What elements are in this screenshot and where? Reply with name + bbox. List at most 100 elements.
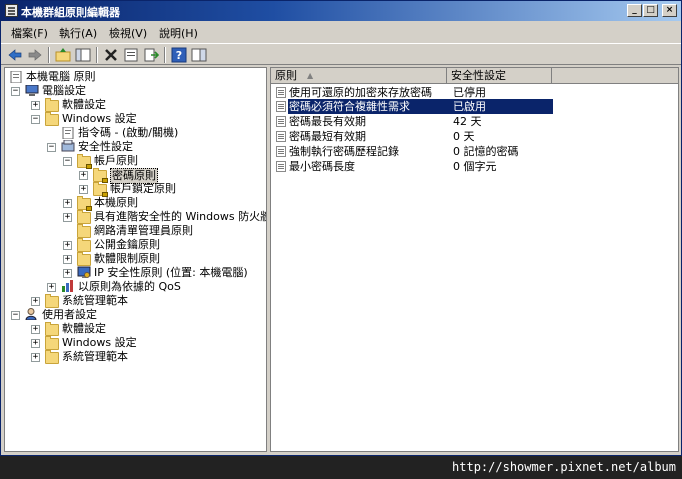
- expand-toggle[interactable]: +: [63, 255, 72, 264]
- tree-label: 指令碼 - (啟動/關機): [78, 126, 179, 139]
- delete-icon[interactable]: [103, 47, 119, 63]
- tree-label: 電腦設定: [42, 84, 86, 97]
- collapse-toggle[interactable]: −: [47, 143, 56, 152]
- tree-label: 系統管理範本: [62, 294, 128, 307]
- properties-icon[interactable]: [123, 47, 139, 63]
- maximize-button[interactable]: □: [643, 4, 658, 17]
- up-folder-icon[interactable]: [55, 47, 71, 63]
- folder-icon: [77, 210, 91, 224]
- expand-toggle[interactable]: +: [47, 283, 56, 292]
- export-list-icon[interactable]: [143, 47, 159, 63]
- list-row[interactable]: 密碼最短有效期 0 天: [271, 129, 678, 144]
- policy-name: 強制執行密碼歷程記錄: [289, 145, 399, 158]
- expand-toggle[interactable]: +: [31, 325, 40, 334]
- folder-icon: [45, 322, 59, 336]
- folder-icon: [45, 350, 59, 364]
- policy-setting: 0 個字元: [453, 160, 497, 173]
- folder-icon: [45, 336, 59, 350]
- menu-file[interactable]: 檔案(F): [11, 25, 48, 41]
- expand-toggle[interactable]: +: [31, 297, 40, 306]
- policy-name: 密碼最短有效期: [289, 130, 366, 143]
- column-header-label: 安全性設定: [451, 69, 506, 82]
- column-header-setting[interactable]: 安全性設定: [447, 68, 552, 84]
- lock-folder-icon: [93, 182, 108, 197]
- computer-icon: [25, 85, 39, 96]
- close-button[interactable]: ×: [662, 4, 677, 17]
- tree-label: 本機電腦 原則: [26, 70, 96, 83]
- script-icon: [62, 127, 74, 139]
- policy-name: 密碼必須符合複雜性需求: [289, 99, 410, 114]
- policy-setting-icon: [276, 101, 286, 112]
- tree-label: 系統管理範本: [62, 350, 128, 363]
- policy-name: 密碼最長有效期: [289, 115, 366, 128]
- list-row-selected[interactable]: 密碼必須符合複雜性需求 已啟用: [271, 99, 678, 114]
- policy-document-icon: [10, 71, 22, 83]
- menu-help[interactable]: 說明(H): [159, 25, 198, 41]
- tree-label: Windows 設定: [62, 112, 137, 125]
- tree-label: IP 安全性原則 (位置: 本機電腦): [94, 266, 248, 279]
- expand-toggle[interactable]: +: [63, 199, 72, 208]
- list-row[interactable]: 最小密碼長度 0 個字元: [271, 159, 678, 174]
- folder-icon: [45, 294, 59, 308]
- bar-chart-icon: [62, 280, 73, 292]
- toolbar: ?: [1, 43, 681, 65]
- tree-label: 軟體設定: [62, 98, 106, 111]
- lock-folder-icon: [77, 196, 92, 211]
- expand-toggle[interactable]: +: [31, 353, 40, 362]
- list-row[interactable]: 強制執行密碼歷程記錄 0 記憶的密碼: [271, 144, 678, 159]
- title-bar[interactable]: 本機群組原則編輯器 _ □ ×: [1, 1, 681, 21]
- policy-setting-icon: [276, 87, 286, 98]
- expand-toggle[interactable]: +: [79, 171, 88, 180]
- expand-toggle[interactable]: +: [63, 269, 72, 278]
- collapse-toggle[interactable]: −: [63, 157, 72, 166]
- policy-setting: 42 天: [453, 115, 482, 128]
- expand-toggle[interactable]: +: [63, 241, 72, 250]
- folder-icon: [45, 112, 59, 126]
- list-row[interactable]: 使用可還原的加密來存放密碼 已停用: [271, 85, 678, 100]
- policy-setting: 0 天: [453, 130, 475, 143]
- policy-setting-icon: [276, 116, 286, 127]
- toolbar-separator: [48, 47, 50, 63]
- tree-label: 帳戶原則: [94, 154, 138, 167]
- toolbar-separator: [96, 47, 98, 63]
- tree-label: Windows 設定: [62, 336, 137, 349]
- list-row[interactable]: 密碼最長有效期 42 天: [271, 114, 678, 129]
- policy-setting-icon: [276, 146, 286, 157]
- policy-list-pane[interactable]: 原則 ▲ 安全性設定 使用可還原的加密來存放密碼 已停用 密碼必須符合複雜性需求…: [270, 67, 679, 452]
- expand-toggle[interactable]: +: [79, 185, 88, 194]
- collapse-toggle[interactable]: −: [11, 87, 20, 96]
- security-shield-icon: [61, 140, 75, 152]
- minimize-button[interactable]: _: [627, 4, 642, 17]
- ipsec-icon: [77, 266, 91, 278]
- tree-pane[interactable]: 本機電腦 原則 − 電腦設定 + 軟體設定 − Windows 設定 指令碼 -…: [4, 67, 267, 452]
- expand-toggle[interactable]: +: [63, 213, 72, 222]
- menu-view[interactable]: 檢視(V): [109, 25, 147, 41]
- forward-arrow-icon[interactable]: [27, 47, 43, 63]
- policy-setting: 已停用: [453, 86, 486, 99]
- collapse-toggle[interactable]: −: [11, 311, 20, 320]
- lock-folder-icon: [77, 154, 92, 169]
- collapse-toggle[interactable]: −: [31, 115, 40, 124]
- policy-setting: 0 記憶的密碼: [453, 145, 519, 158]
- expand-toggle[interactable]: +: [31, 101, 40, 110]
- svg-text:?: ?: [176, 49, 182, 62]
- back-arrow-icon[interactable]: [7, 47, 23, 63]
- column-header-filler: [552, 68, 678, 84]
- tree-label: 帳戶鎖定原則: [110, 182, 176, 195]
- policy-setting: 已啟用: [453, 100, 486, 113]
- toolbar-separator: [164, 47, 166, 63]
- app-icon: [5, 4, 18, 17]
- folder-icon: [45, 98, 59, 112]
- column-header-policy[interactable]: 原則 ▲: [271, 68, 447, 84]
- menu-bar: 檔案(F) 執行(A) 檢視(V) 說明(H): [1, 22, 681, 42]
- policy-setting-icon: [276, 131, 286, 142]
- expand-toggle[interactable]: +: [31, 339, 40, 348]
- column-header-label: 原則: [275, 69, 297, 82]
- tree-label: 具有進階安全性的 Windows 防火牆: [94, 210, 267, 223]
- menu-action[interactable]: 執行(A): [59, 25, 97, 41]
- action-pane-icon[interactable]: [191, 47, 207, 63]
- help-icon[interactable]: ?: [171, 47, 187, 63]
- tree-label: 軟體限制原則: [94, 252, 160, 265]
- tree-label: 網路清單管理員原則: [94, 224, 193, 237]
- show-hide-tree-icon[interactable]: [75, 47, 91, 63]
